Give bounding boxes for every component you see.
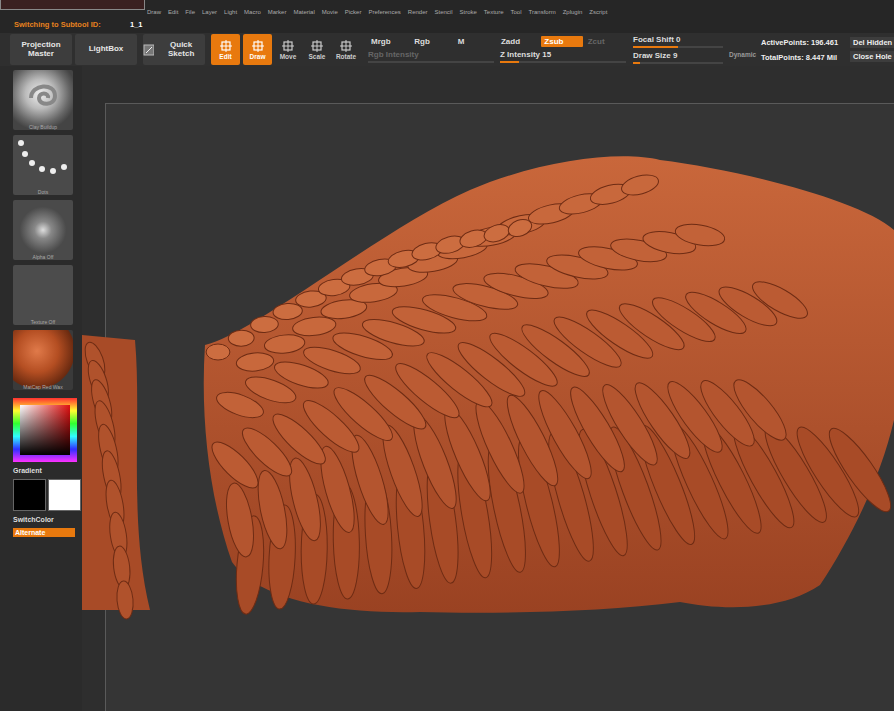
- zbrush-window: DrawEditFileLayerLightMacroMarkerMateria…: [0, 0, 894, 711]
- menu-item[interactable]: Macro: [244, 9, 261, 15]
- top-strip: Draw Edit File Layer Light Macro Marker Materia…: [0, 0, 894, 33]
- toolbar-button[interactable]: Quick Sketch: [143, 34, 205, 65]
- mode-button[interactable]: Edit: [211, 34, 240, 65]
- toolbar-button[interactable]: Projection Master: [10, 34, 72, 65]
- menu-item[interactable]: Zscript: [589, 9, 607, 15]
- left-shelf: Clay Buildup Dots Alpha Off Texture Off …: [0, 66, 82, 711]
- sketch-icon: [143, 44, 154, 56]
- channel-toggle[interactable]: Zcut: [585, 36, 626, 47]
- menu-bar: Draw Edit File Layer Light Macro Marker Materia…: [145, 0, 607, 15]
- menu-item[interactable]: Light: [224, 9, 237, 15]
- action-button[interactable]: Close Hole: [850, 51, 894, 62]
- channel-toggle[interactable]: Rgb: [411, 36, 452, 47]
- point-stats: ActivePoints: 196.461 TotalPoints: 8.447 …: [761, 34, 847, 65]
- mode-icon: [282, 40, 294, 52]
- document-canvas[interactable]: [82, 66, 894, 711]
- menu-item[interactable]: File: [185, 9, 195, 15]
- wing-model[interactable]: [82, 66, 894, 711]
- menu-item[interactable]: Layer: [202, 9, 217, 15]
- channel-panel: MrgbRgbMZaddZsubZcut Rgb Intensity Z Int…: [368, 34, 626, 65]
- menu-item[interactable]: Transform: [529, 9, 556, 15]
- menu-item[interactable]: Stencil: [434, 9, 452, 15]
- menu-item[interactable]: Material: [293, 9, 314, 15]
- toolbar: Projection Master LightBox Quick Sketch …: [0, 33, 894, 66]
- menu-item[interactable]: Draw: [147, 9, 161, 15]
- color-square[interactable]: [20, 405, 70, 455]
- menu-item[interactable]: Picker: [345, 9, 362, 15]
- mode-icon: [220, 40, 232, 52]
- draw-size-slider[interactable]: Draw Size 9: [633, 51, 723, 64]
- subtool-label: Switching to Subtool ID:: [14, 20, 120, 29]
- slider-track: [500, 61, 626, 63]
- subtool-value: 1_1: [130, 20, 143, 29]
- stat: TotalPoints: 8.447 Mil: [761, 53, 847, 62]
- rgb-intensity-slider[interactable]: Rgb Intensity: [368, 50, 494, 63]
- workspace: Clay Buildup Dots Alpha Off Texture Off …: [0, 66, 894, 711]
- dynamic-toggle[interactable]: Dynamic: [729, 51, 756, 58]
- menu-item[interactable]: Preferences: [368, 9, 400, 15]
- gradient-label[interactable]: Gradient: [13, 467, 42, 474]
- z-intensity-slider[interactable]: Z Intensity 15: [500, 50, 626, 63]
- texture-thumbnail[interactable]: Texture Off: [13, 265, 73, 325]
- action-button[interactable]: Del Hidden: [850, 37, 894, 48]
- secondary-color-swatch[interactable]: [48, 479, 81, 511]
- channel-toggle[interactable]: Zadd: [498, 36, 539, 47]
- stat: ActivePoints: 196.461: [761, 38, 847, 47]
- transform-modes: Edit Draw Move Scale Rotate: [211, 34, 359, 65]
- brush-icon: [23, 76, 63, 116]
- mode-icon: [311, 40, 323, 52]
- channel-toggle[interactable]: M: [455, 36, 496, 47]
- slider-track: [368, 61, 494, 63]
- color-picker[interactable]: [13, 398, 77, 462]
- mode-icon: [340, 40, 352, 52]
- channel-toggle[interactable]: Zsub: [541, 36, 582, 47]
- focal-shift-slider[interactable]: Focal Shift 0: [633, 35, 723, 48]
- menu-item[interactable]: Edit: [168, 9, 178, 15]
- menu-item[interactable]: Zplugin: [563, 9, 583, 15]
- brush-thumbnail[interactable]: Clay Buildup: [13, 70, 73, 130]
- mode-button[interactable]: Draw: [243, 34, 272, 65]
- channel-toggle[interactable]: Mrgb: [368, 36, 409, 47]
- mode-button[interactable]: Rotate: [333, 34, 359, 65]
- subtool-message: Switching to Subtool ID: 1_1: [0, 20, 894, 29]
- material-thumbnail[interactable]: MatCap Red Wax: [13, 330, 73, 390]
- title-box: [0, 0, 145, 10]
- main-color-swatch[interactable]: [13, 479, 46, 511]
- switch-color-button[interactable]: SwitchColor: [13, 516, 54, 523]
- menu-item[interactable]: Texture: [484, 9, 504, 15]
- toolbar-button[interactable]: LightBox: [75, 34, 137, 65]
- alpha-thumbnail[interactable]: Alpha Off: [13, 200, 73, 260]
- stroke-thumbnail[interactable]: Dots: [13, 135, 73, 195]
- slider-track: [633, 46, 723, 48]
- geometry-actions: Del Hidden Close Hole: [850, 34, 894, 65]
- mode-icon: [252, 40, 264, 52]
- mode-button[interactable]: Move: [275, 34, 301, 65]
- dots-icon: [15, 137, 71, 183]
- menu-item[interactable]: Stroke: [460, 9, 477, 15]
- menu-item[interactable]: Tool: [511, 9, 522, 15]
- mode-button[interactable]: Scale: [304, 34, 330, 65]
- menu-item[interactable]: Movie: [322, 9, 338, 15]
- slider-track: [633, 62, 723, 64]
- color-swatches: [13, 479, 81, 511]
- draw-settings: Focal Shift 0 Draw Size 9 Dynamic: [633, 34, 758, 65]
- alternate-button[interactable]: Alternate: [13, 528, 75, 537]
- menu-item[interactable]: Marker: [268, 9, 287, 15]
- menu-item[interactable]: Render: [408, 9, 428, 15]
